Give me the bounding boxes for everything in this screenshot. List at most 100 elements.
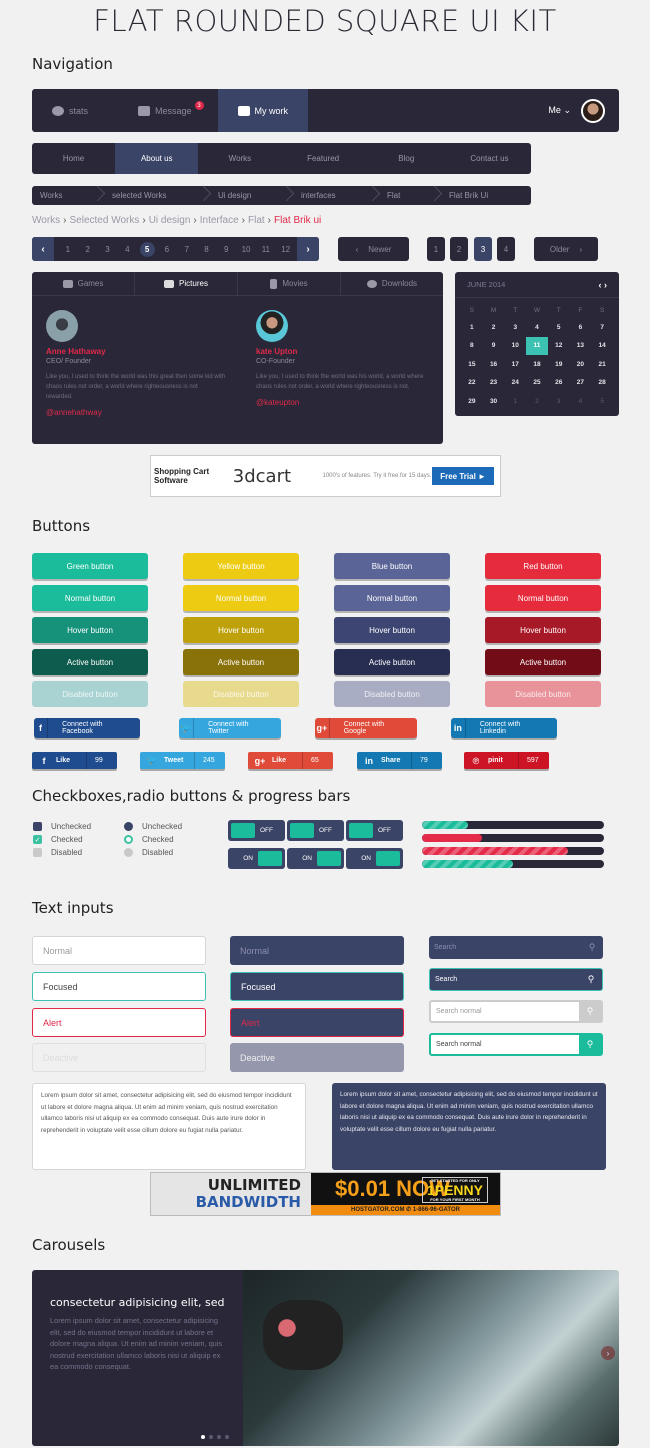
green-active-button[interactable]: Active button bbox=[32, 649, 148, 675]
tab-movies[interactable]: Movies bbox=[238, 272, 341, 295]
page-link-1[interactable]: 1 bbox=[58, 245, 78, 254]
green-green-button[interactable]: Green button bbox=[32, 553, 148, 579]
calendar-day-next-month[interactable]: 5 bbox=[591, 392, 613, 411]
menu-item-blog[interactable]: Blog bbox=[365, 143, 448, 174]
text-input-normal[interactable]: Normal bbox=[32, 936, 206, 965]
radio[interactable] bbox=[124, 822, 133, 831]
calendar-day[interactable]: 3 bbox=[504, 318, 526, 337]
pager-page-2[interactable]: 2 bbox=[450, 237, 468, 261]
text-input-dark-normal[interactable]: Normal bbox=[230, 936, 404, 965]
pager-page-4[interactable]: 4 bbox=[497, 237, 515, 261]
connect-facebook-button[interactable]: f Connect with Facebook bbox=[34, 718, 140, 738]
calendar-day[interactable]: 16 bbox=[483, 355, 505, 374]
toggle-knob[interactable] bbox=[258, 851, 282, 866]
toggle-switch-on[interactable]: ON bbox=[287, 848, 344, 869]
checkbox-unchecked[interactable]: Unchecked bbox=[33, 820, 91, 833]
avatar[interactable] bbox=[581, 98, 605, 123]
pinterest-share-button[interactable]: ℗ pinit 597 bbox=[464, 752, 549, 769]
red-normal-button[interactable]: Normal button bbox=[485, 585, 601, 611]
carousel-dot-3[interactable] bbox=[217, 1435, 221, 1439]
breadcrumb-link[interactable]: Flat bbox=[248, 215, 265, 226]
green-hover-button[interactable]: Hover button bbox=[32, 617, 148, 643]
text-input-alert[interactable]: Alert bbox=[32, 1008, 206, 1037]
page-link-8[interactable]: 8 bbox=[197, 245, 217, 254]
topnav-item-stats[interactable]: stats bbox=[32, 89, 108, 132]
breadcrumb-item[interactable]: Flat Brik Ui bbox=[435, 191, 496, 200]
pagination-next-button[interactable]: › bbox=[297, 237, 319, 261]
page-link-4[interactable]: 4 bbox=[117, 245, 137, 254]
carousel-dot-4[interactable] bbox=[225, 1435, 229, 1439]
calendar-nav-arrows[interactable]: ‹ › bbox=[599, 280, 608, 290]
user-menu[interactable]: Me ⌄ bbox=[548, 98, 619, 123]
calendar-day[interactable]: 5 bbox=[548, 318, 570, 337]
calendar-day[interactable]: 24 bbox=[504, 374, 526, 393]
toggle-switch-off[interactable]: OFF bbox=[228, 820, 285, 841]
red-active-button[interactable]: Active button bbox=[485, 649, 601, 675]
search-input-light[interactable]: Search normal ⚲ bbox=[429, 1000, 603, 1023]
blue-hover-button[interactable]: Hover button bbox=[334, 617, 450, 643]
profile-handle-link[interactable]: @annehathway bbox=[46, 408, 212, 417]
page-link-5[interactable]: 5 bbox=[139, 241, 155, 257]
text-input-dark-focused[interactable]: Focused bbox=[230, 972, 404, 1001]
blue-normal-button[interactable]: Normal button bbox=[334, 585, 450, 611]
toggle-knob[interactable] bbox=[290, 823, 314, 838]
calendar-day[interactable]: 17 bbox=[504, 355, 526, 374]
toggle-knob[interactable] bbox=[317, 851, 341, 866]
checkbox-checked[interactable]: ✓ Checked bbox=[33, 833, 91, 846]
page-link-6[interactable]: 6 bbox=[157, 245, 177, 254]
textarea-dark[interactable]: Lorem ipsum dolor sit amet, consectetur … bbox=[332, 1083, 606, 1170]
menu-item-works[interactable]: Works bbox=[198, 143, 281, 174]
newer-button[interactable]: ‹ Newer bbox=[338, 237, 409, 261]
radio[interactable] bbox=[124, 835, 133, 844]
calendar-day[interactable]: 14 bbox=[591, 337, 613, 356]
checkbox[interactable] bbox=[33, 822, 42, 831]
calendar-day[interactable]: 27 bbox=[570, 374, 592, 393]
profile-avatar[interactable] bbox=[256, 310, 288, 342]
breadcrumb-item[interactable]: Flat bbox=[373, 191, 435, 200]
ad-cta-button[interactable]: Free Trial ► bbox=[432, 467, 494, 485]
linkedin-share-button[interactable]: in Share 79 bbox=[357, 752, 442, 769]
page-link-3[interactable]: 3 bbox=[98, 245, 118, 254]
breadcrumb-link[interactable]: Ui design bbox=[149, 215, 191, 226]
advertisement-banner[interactable]: UNLIMITED BANDWIDTH $0.01 NOW GET STARTE… bbox=[150, 1172, 501, 1216]
toggle-knob[interactable] bbox=[349, 823, 373, 838]
calendar-day[interactable]: 6 bbox=[570, 318, 592, 337]
page-link-10[interactable]: 10 bbox=[236, 245, 256, 254]
calendar-day[interactable]: 22 bbox=[461, 374, 483, 393]
breadcrumb-link[interactable]: Works bbox=[32, 215, 60, 226]
calendar-day[interactable]: 12 bbox=[548, 337, 570, 356]
calendar-day[interactable]: 1 bbox=[461, 318, 483, 337]
older-button[interactable]: Older › bbox=[534, 237, 598, 261]
toggle-switch-off[interactable]: OFF bbox=[287, 820, 344, 841]
calendar-day-next-month[interactable]: 3 bbox=[548, 392, 570, 411]
calendar-day[interactable]: 15 bbox=[461, 355, 483, 374]
breadcrumb-link[interactable]: Interface bbox=[200, 215, 239, 226]
tab-downloads[interactable]: Downlods bbox=[341, 272, 443, 295]
topnav-item-my-work[interactable]: My work bbox=[217, 89, 309, 132]
calendar-day[interactable]: 19 bbox=[548, 355, 570, 374]
calendar-day[interactable]: 25 bbox=[526, 374, 548, 393]
toggle-switch-on[interactable]: ON bbox=[228, 848, 285, 869]
calendar-day[interactable]: 10 bbox=[504, 337, 526, 356]
blue-active-button[interactable]: Active button bbox=[334, 649, 450, 675]
menu-item-about-us[interactable]: About us bbox=[115, 143, 199, 174]
profile-name[interactable]: Anne Hathaway bbox=[46, 347, 212, 356]
calendar-day-selected[interactable]: 11 bbox=[526, 336, 548, 355]
calendar-day[interactable]: 13 bbox=[570, 337, 592, 356]
tab-pictures[interactable]: Pictures bbox=[135, 272, 238, 295]
search-input-dark-focused[interactable]: Search ⚲ bbox=[429, 968, 603, 991]
pager-page-3[interactable]: 3 bbox=[474, 237, 492, 261]
search-icon[interactable]: ⚲ bbox=[580, 969, 602, 990]
page-link-9[interactable]: 9 bbox=[216, 245, 236, 254]
yellow-normal-button[interactable]: Normal button bbox=[183, 585, 299, 611]
profile-name[interactable]: kate Upton bbox=[256, 347, 422, 356]
menu-item-home[interactable]: Home bbox=[32, 143, 115, 174]
menu-item-featured[interactable]: Featured bbox=[282, 143, 365, 174]
calendar-day[interactable]: 21 bbox=[591, 355, 613, 374]
topnav-item-message[interactable]: Message 3 bbox=[108, 89, 218, 132]
profile-handle-link[interactable]: @kateupton bbox=[256, 398, 422, 407]
twitter-share-button[interactable]: 🐦 Tweet 245 bbox=[140, 752, 225, 769]
toggle-knob[interactable] bbox=[231, 823, 255, 838]
text-input-dark-alert[interactable]: Alert bbox=[230, 1008, 404, 1037]
toggle-knob[interactable] bbox=[376, 851, 400, 866]
